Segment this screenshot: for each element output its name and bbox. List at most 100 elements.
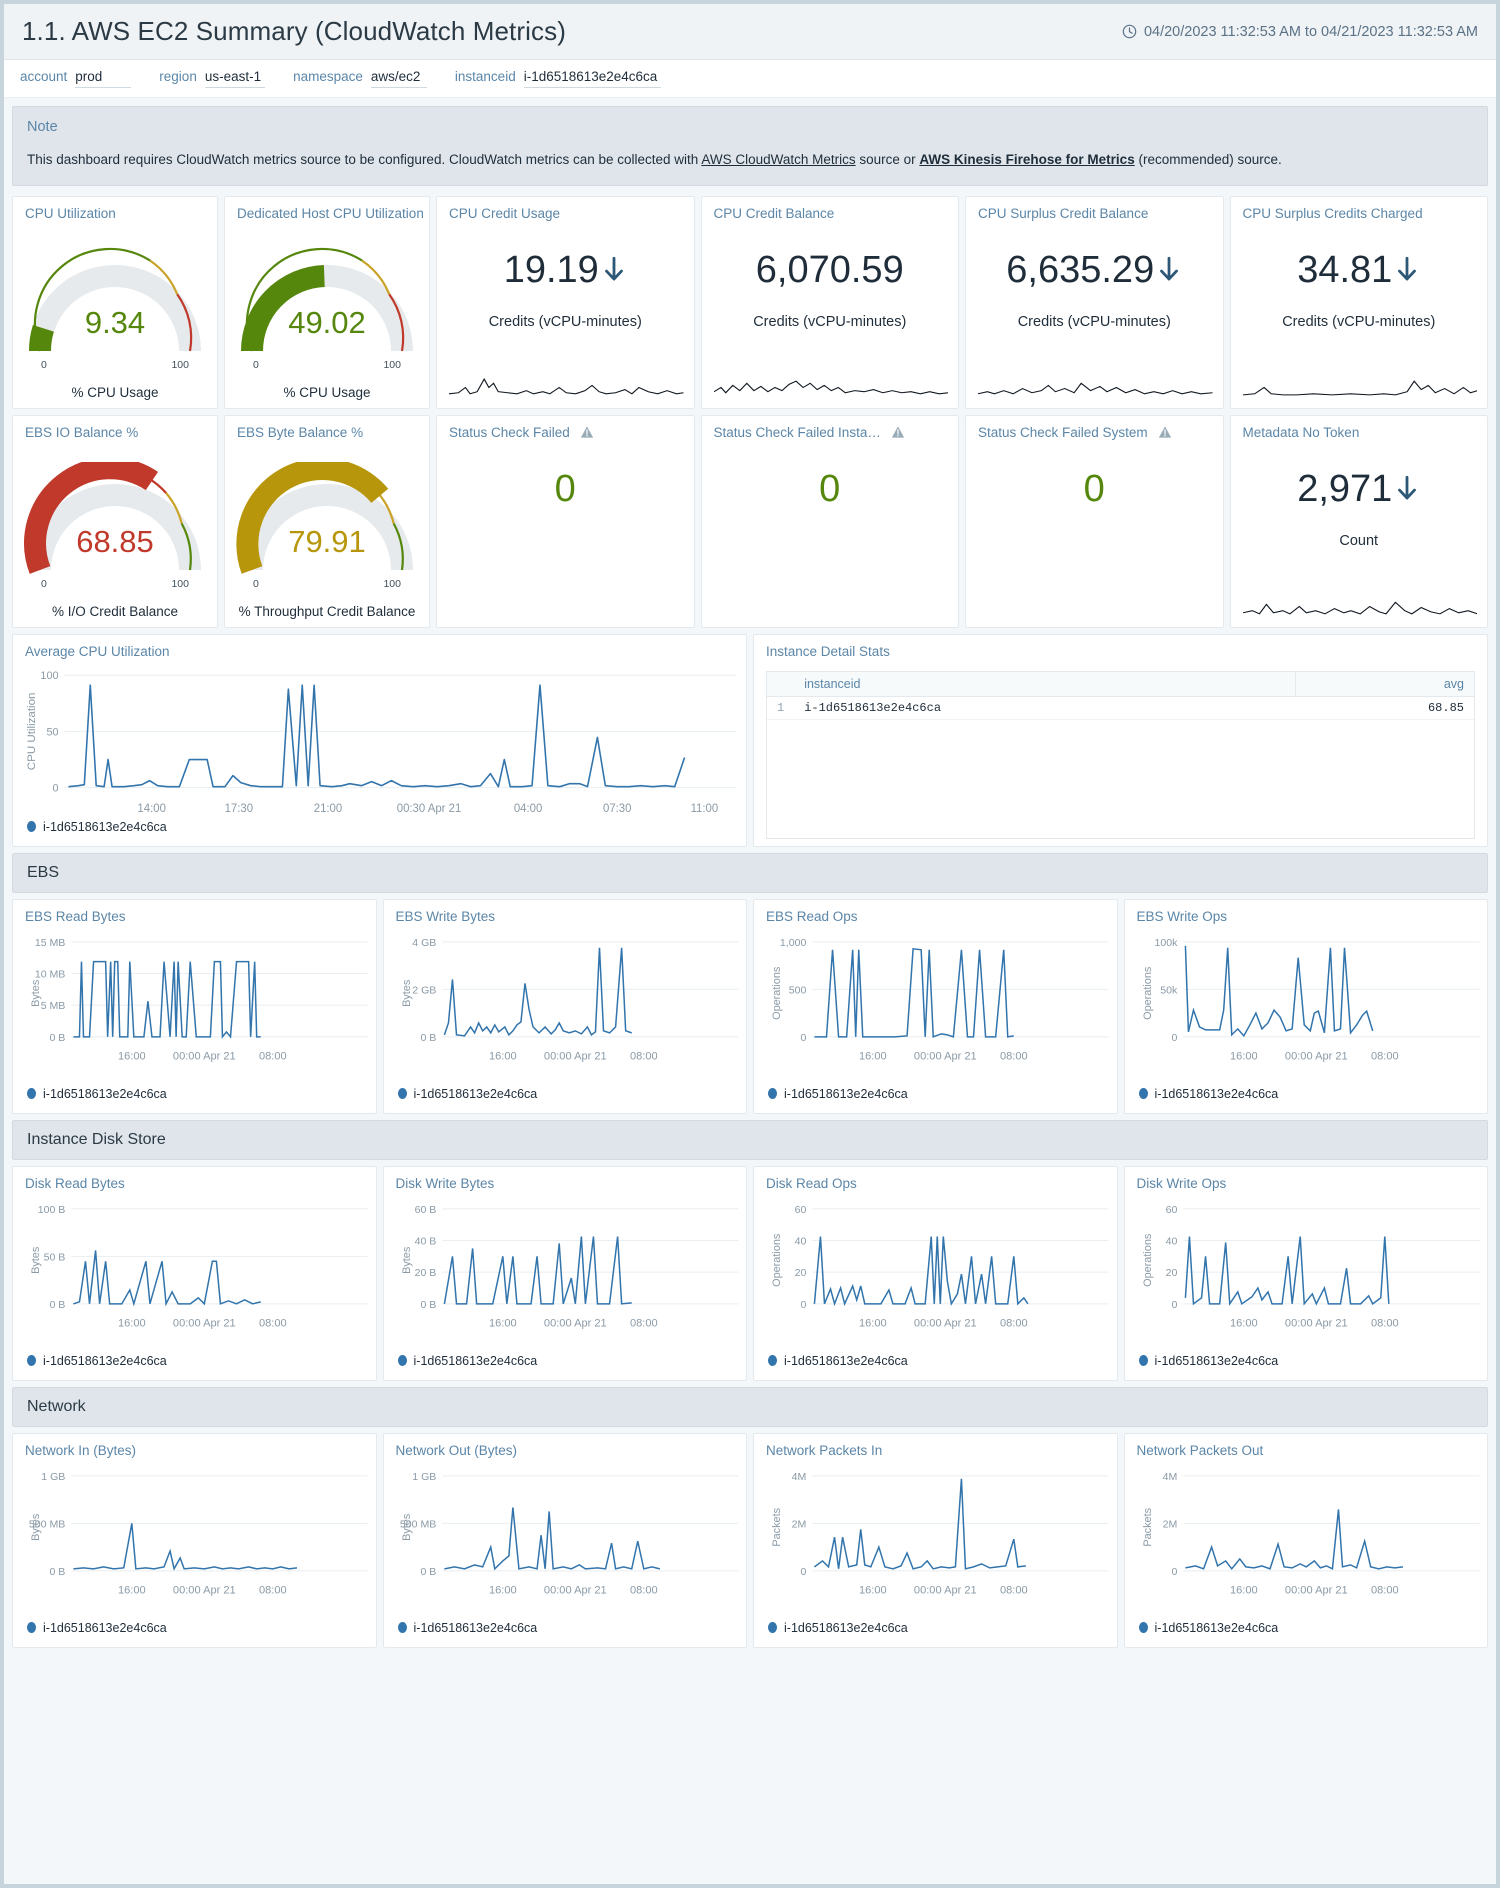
svg-text:100 B: 100 B [38, 1204, 66, 1215]
table-cell-avg: 68.85 [1295, 696, 1474, 719]
panel-disk-write-bytes[interactable]: Disk Write Bytes 60 B40 B 20 B0 B Bytes [383, 1166, 748, 1381]
panel-title: Disk Write Bytes [384, 1167, 747, 1191]
chart-legend[interactable]: i-1d6518613e2e4c6ca [1139, 1087, 1279, 1101]
chart-legend[interactable]: i-1d6518613e2e4c6ca [1139, 1354, 1279, 1368]
variable-namespace-value[interactable]: aws/ec2 [371, 67, 427, 88]
table-header-avg[interactable]: avg [1295, 672, 1474, 697]
chart-legend[interactable]: i-1d6518613e2e4c6ca [398, 1621, 538, 1635]
time-range-picker[interactable]: 04/20/2023 11:32:53 AM to 04/21/2023 11:… [1122, 24, 1478, 40]
svg-text:Bytes: Bytes [30, 979, 42, 1007]
svg-text:Operations: Operations [771, 1233, 783, 1287]
variable-instanceid-value[interactable]: i-1d6518613e2e4c6ca [524, 67, 662, 88]
variable-namespace[interactable]: namespace aws/ec2 [293, 67, 427, 90]
panel-status-check-failed[interactable]: Status Check Failed 0 [436, 415, 695, 628]
panel-network-packets-in[interactable]: Network Packets In 4M2M0 Packets 16:0000… [753, 1433, 1118, 1648]
chart-legend[interactable]: i-1d6518613e2e4c6ca [27, 820, 167, 834]
svg-text:4 GB: 4 GB [412, 937, 436, 948]
table-header-instanceid[interactable]: instanceid [794, 672, 1295, 697]
panel-cpu-utilization[interactable]: CPU Utilization 9.34 0 100 % CP [12, 196, 218, 409]
svg-text:0 B: 0 B [420, 1566, 436, 1577]
panel-ebs-byte-balance[interactable]: EBS Byte Balance % 79.91 0 100 [224, 415, 430, 628]
svg-text:16:00: 16:00 [118, 1317, 146, 1329]
panel-title: Status Check Failed System [978, 425, 1148, 440]
variable-instanceid[interactable]: instanceid i-1d6518613e2e4c6ca [455, 67, 661, 90]
cloudwatch-metrics-link[interactable]: AWS CloudWatch Metrics [701, 152, 855, 167]
panel-ebs-write-bytes[interactable]: EBS Write Bytes 4 GB2 GB0 B Bytes 16:000… [383, 899, 748, 1114]
chart-area: 1 GB500 MB0 B Bytes 16:0000:00 Apr 2108:… [384, 1462, 747, 1647]
variable-region-value[interactable]: us-east-1 [205, 67, 265, 88]
variable-account[interactable]: account prod [20, 67, 131, 90]
svg-text:4M: 4M [792, 1471, 807, 1482]
kinesis-firehose-link[interactable]: AWS Kinesis Firehose for Metrics [919, 152, 1134, 167]
panel-cpu-surplus-credits-charged[interactable]: CPU Surplus Credits Charged 34.81 Credit… [1230, 196, 1489, 409]
panel-network-in-bytes[interactable]: Network In (Bytes) 1 GB500 MB0 B Bytes 1… [12, 1433, 377, 1648]
variable-account-value[interactable]: prod [75, 67, 131, 88]
chart-legend[interactable]: i-1d6518613e2e4c6ca [768, 1354, 908, 1368]
svg-text:08:00: 08:00 [259, 1317, 287, 1329]
panel-average-cpu-utilization[interactable]: Average CPU Utilization 100500 CPU Utili… [12, 634, 747, 847]
panel-disk-read-ops[interactable]: Disk Read Ops 6040 200 Operations [753, 1166, 1118, 1381]
gauge-ebs-io-balance: 68.85 0 100 [13, 462, 217, 590]
legend-color-dot [1139, 1622, 1148, 1633]
panel-network-out-bytes[interactable]: Network Out (Bytes) 1 GB500 MB0 B Bytes … [383, 1433, 748, 1648]
panel-disk-write-ops[interactable]: Disk Write Ops 6040 200 Operations [1124, 1166, 1489, 1381]
panel-title: Disk Write Ops [1125, 1167, 1488, 1191]
network-charts-row: Network In (Bytes) 1 GB500 MB0 B Bytes 1… [12, 1433, 1488, 1648]
chart-area: 100 B50 B0 B Bytes 16:0000:00 Apr 2108:0… [13, 1195, 376, 1380]
panel-title: EBS Read Ops [754, 900, 1117, 924]
svg-text:00:00 Apr 21: 00:00 Apr 21 [543, 1317, 606, 1329]
panel-cpu-surplus-credit-balance[interactable]: CPU Surplus Credit Balance 6,635.29 Cred… [965, 196, 1224, 409]
section-header-instance-disk-store[interactable]: Instance Disk Store [12, 1120, 1488, 1160]
legend-label: i-1d6518613e2e4c6ca [1155, 1621, 1279, 1635]
svg-text:00:00 Apr 21: 00:00 Apr 21 [543, 1050, 606, 1062]
warning-icon[interactable] [1158, 425, 1172, 439]
table-row[interactable]: 1 i-1d6518613e2e4c6ca 68.85 [767, 696, 1474, 719]
svg-text:Bytes: Bytes [30, 1246, 42, 1274]
svg-text:Bytes: Bytes [401, 1246, 413, 1274]
panel-dedicated-host-cpu-utilization[interactable]: Dedicated Host CPU Utilization 49.02 0 1… [224, 196, 430, 409]
down-arrow-icon [1156, 255, 1182, 285]
svg-text:08:00: 08:00 [1000, 1317, 1028, 1329]
panel-ebs-read-bytes[interactable]: EBS Read Bytes 15 MB10 MB 5 MB0 B Bytes [12, 899, 377, 1114]
panel-network-packets-out[interactable]: Network Packets Out 4M2M0 Packets 16:000… [1124, 1433, 1489, 1648]
panel-disk-read-bytes[interactable]: Disk Read Bytes 100 B50 B0 B Bytes 16:00… [12, 1166, 377, 1381]
panel-cpu-credit-usage[interactable]: CPU Credit Usage 19.19 Credits (vCPU-min… [436, 196, 695, 409]
panel-metadata-no-token[interactable]: Metadata No Token 2,971 Count [1230, 415, 1489, 628]
gauge-arc [232, 462, 422, 582]
warning-icon[interactable] [891, 425, 905, 439]
panel-instance-detail-stats[interactable]: Instance Detail Stats instanceid avg [753, 634, 1488, 847]
variable-region[interactable]: region us-east-1 [159, 67, 265, 90]
svg-text:16:00: 16:00 [488, 1050, 516, 1062]
svg-text:50 B: 50 B [44, 1252, 66, 1263]
panel-ebs-write-ops[interactable]: EBS Write Ops 100k50k0 Operations 16:000… [1124, 899, 1489, 1114]
svg-text:00:00 Apr 21: 00:00 Apr 21 [173, 1317, 236, 1329]
gauge-max: 100 [171, 359, 189, 371]
chart-legend[interactable]: i-1d6518613e2e4c6ca [27, 1621, 167, 1635]
legend-label: i-1d6518613e2e4c6ca [43, 820, 167, 834]
svg-text:CPU Utilization: CPU Utilization [26, 692, 38, 770]
gauge-value: 9.34 [13, 305, 217, 341]
chart-area: 4M2M0 Packets 16:0000:00 Apr 2108:00 [1125, 1462, 1488, 1647]
panel-cpu-credit-balance[interactable]: CPU Credit Balance 6,070.59 Credits (vCP… [701, 196, 960, 409]
chart-legend[interactable]: i-1d6518613e2e4c6ca [27, 1354, 167, 1368]
legend-label: i-1d6518613e2e4c6ca [414, 1354, 538, 1368]
svg-text:16:00: 16:00 [1229, 1584, 1257, 1596]
panel-ebs-read-ops[interactable]: EBS Read Ops 1,0005000 Operations 16:000… [753, 899, 1118, 1114]
chart-legend[interactable]: i-1d6518613e2e4c6ca [768, 1621, 908, 1635]
legend-label: i-1d6518613e2e4c6ca [414, 1087, 538, 1101]
section-header-network[interactable]: Network [12, 1387, 1488, 1427]
chart-legend[interactable]: i-1d6518613e2e4c6ca [398, 1087, 538, 1101]
stat-value: 0 [819, 468, 840, 511]
panel-ebs-io-balance[interactable]: EBS IO Balance % 68.85 0 100 % [12, 415, 218, 628]
warning-icon[interactable] [580, 425, 594, 439]
chart-area: 15 MB10 MB 5 MB0 B Bytes 16:0000:00 Apr … [13, 928, 376, 1113]
chart-legend[interactable]: i-1d6518613e2e4c6ca [27, 1087, 167, 1101]
gauge-arc [20, 243, 210, 363]
chart-legend[interactable]: i-1d6518613e2e4c6ca [1139, 1621, 1279, 1635]
section-header-ebs[interactable]: EBS [12, 853, 1488, 893]
chart-legend[interactable]: i-1d6518613e2e4c6ca [768, 1087, 908, 1101]
gauge-range: 0 100 [253, 578, 401, 590]
chart-legend[interactable]: i-1d6518613e2e4c6ca [398, 1354, 538, 1368]
panel-status-check-failed-system[interactable]: Status Check Failed System 0 [965, 415, 1224, 628]
panel-status-check-failed-instance[interactable]: Status Check Failed Insta… 0 [701, 415, 960, 628]
